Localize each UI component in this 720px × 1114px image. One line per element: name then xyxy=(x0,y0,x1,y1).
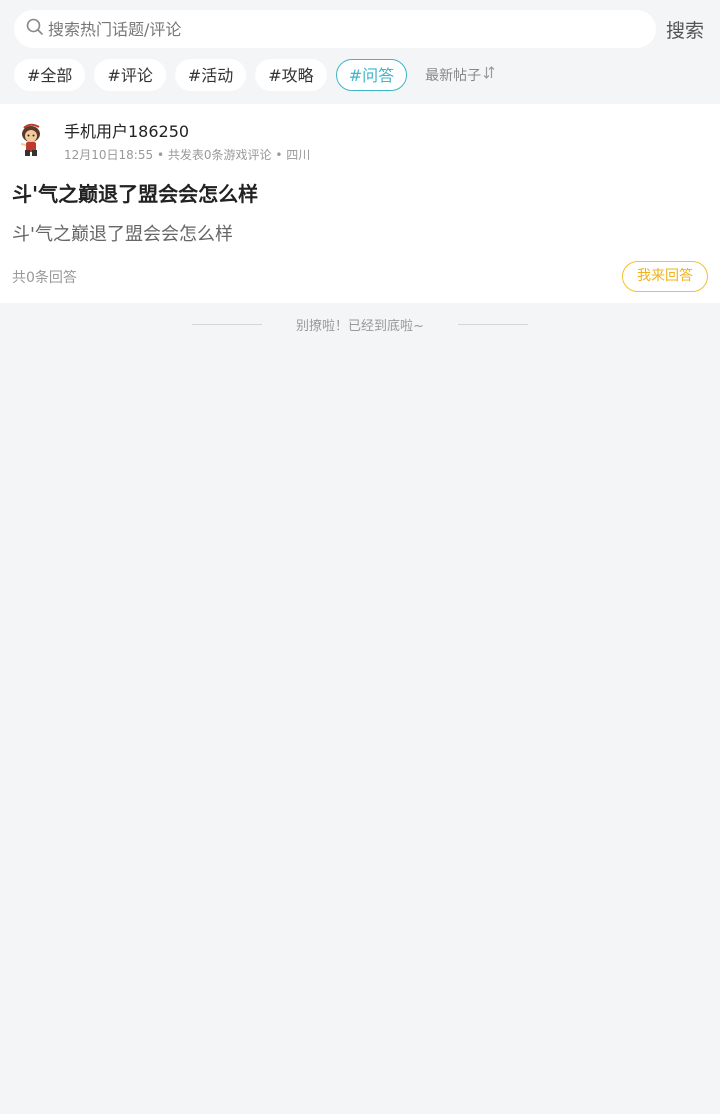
end-of-list-notice: 别撩啦！已经到底啦~ xyxy=(0,314,720,334)
search-icon xyxy=(26,18,44,40)
sort-arrows-icon xyxy=(481,66,495,83)
search-button[interactable]: 搜索 xyxy=(666,16,704,44)
top-bar: 搜索 #全部 #评论 #活动 #攻略 #问答 最新帖子 xyxy=(0,0,720,104)
search-box[interactable] xyxy=(14,10,656,48)
post-meta: 12月10日18:55 • 共发表0条游戏评论 • 四川 xyxy=(64,146,310,163)
sort-dropdown[interactable]: 最新帖子 xyxy=(425,65,495,85)
tag-activity[interactable]: #活动 xyxy=(174,58,247,91)
search-input[interactable] xyxy=(48,14,608,44)
meta-separator: • xyxy=(156,148,165,162)
post-location: 四川 xyxy=(286,148,311,162)
post-username[interactable]: 手机用户186250 xyxy=(64,118,189,142)
tag-filter-bar: #全部 #评论 #活动 #攻略 #问答 最新帖子 xyxy=(14,58,495,91)
answer-button[interactable]: 我来回答 xyxy=(622,261,708,292)
divider xyxy=(457,323,528,325)
post-title[interactable]: 斗'气之巅退了盟会会怎么样 xyxy=(12,178,258,207)
post-card[interactable]: 手机用户186250 12月10日18:55 • 共发表0条游戏评论 • 四川 … xyxy=(0,104,720,303)
tag-review[interactable]: #评论 xyxy=(94,58,166,91)
end-of-list-text: 别撩啦！已经到底啦~ xyxy=(296,318,424,334)
post-body[interactable]: 斗'气之巅退了盟会会怎么样 xyxy=(12,220,233,246)
answer-count: 共0条回答 xyxy=(12,270,77,286)
avatar[interactable] xyxy=(12,120,52,160)
tag-guide[interactable]: #攻略 xyxy=(255,58,327,91)
post-date: 12月10日18:55 xyxy=(64,148,154,162)
divider xyxy=(192,323,263,325)
meta-separator: • xyxy=(275,148,283,162)
post-user-stats: 共发表0条游戏评论 xyxy=(167,148,272,162)
tag-all[interactable]: #全部 xyxy=(14,58,86,91)
sort-label: 最新帖子 xyxy=(425,67,482,84)
tag-qa[interactable]: #问答 xyxy=(335,58,408,91)
